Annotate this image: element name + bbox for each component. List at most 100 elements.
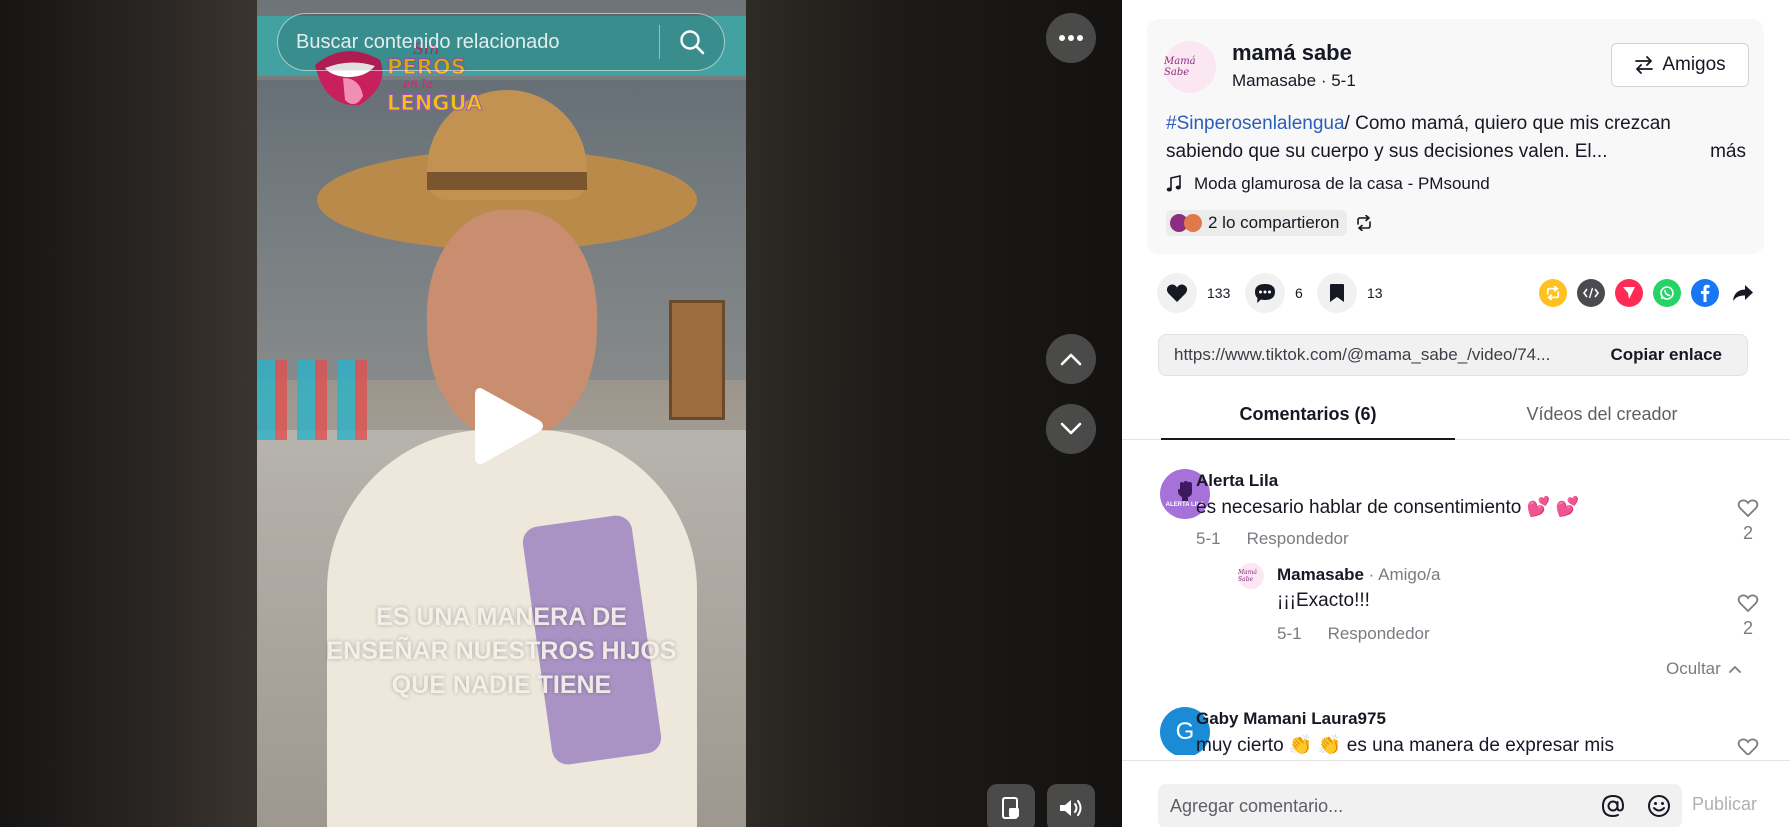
previous-video-button[interactable]	[1046, 334, 1096, 384]
comment-composer: Agregar comentario... Publicar	[1122, 760, 1790, 827]
sharer-avatar	[1184, 214, 1202, 232]
comment-text: muy cierto 👏 👏 es una manera de expresar…	[1196, 735, 1614, 755]
comment-placeholder[interactable]: Agregar comentario...	[1158, 796, 1590, 817]
repost-icon[interactable]	[1355, 215, 1373, 231]
more-link[interactable]: más	[1710, 138, 1746, 166]
send-to-friends-icon[interactable]	[1615, 279, 1643, 307]
volume-button[interactable]	[1047, 784, 1095, 827]
search-icon[interactable]	[660, 13, 724, 71]
shared-pill[interactable]: 2 lo compartieron	[1166, 210, 1348, 236]
active-tab-indicator	[1161, 438, 1455, 440]
facebook-icon[interactable]	[1691, 279, 1719, 307]
comment-bubble-icon	[1255, 283, 1275, 303]
comment-input[interactable]: Agregar comentario...	[1158, 784, 1682, 827]
hashtag-link[interactable]: #Sinperosenlalengua	[1166, 113, 1345, 134]
video-area: Sin PEROS en la LENGUA ES UNA MANERA DE …	[0, 0, 1122, 827]
heart-outline-icon[interactable]	[1737, 593, 1759, 613]
copy-link-button[interactable]: Copiar enlace	[1586, 345, 1748, 365]
publish-button[interactable]: Publicar	[1692, 794, 1757, 815]
reply-date: 5-1	[1277, 624, 1302, 643]
video-details-panel: Mamá Sabe mamá sabe Mamasabe · 5-1 Amigo…	[1122, 0, 1790, 827]
like-action[interactable]: 133	[1157, 273, 1230, 313]
music-title: Moda glamurosa de la casa - PMsound	[1194, 174, 1490, 193]
related-search-box[interactable]: Buscar contenido relacionado	[277, 13, 725, 71]
music-link[interactable]: Moda glamurosa de la casa - PMsound	[1166, 174, 1490, 194]
caption-line: ENSEÑAR NUESTROS HIJOS	[326, 637, 677, 665]
author-avatar[interactable]: Mamá Sabe	[1164, 41, 1216, 93]
chevron-down-icon	[1060, 422, 1082, 435]
comment-like-count: 2	[1742, 523, 1753, 543]
avatar-text: Mamá Sabe	[1238, 569, 1257, 583]
comment-button[interactable]	[1245, 273, 1285, 313]
hide-label: Ocultar	[1666, 659, 1721, 678]
avatar-text: Mamá Sabe	[1164, 56, 1196, 78]
friends-label: Amigos	[1662, 54, 1726, 75]
video-url[interactable]: https://www.tiktok.com/@mama_sabe_/video…	[1159, 345, 1586, 365]
whatsapp-icon[interactable]	[1653, 279, 1681, 307]
reply-button[interactable]: Respondedor	[1328, 624, 1430, 644]
blurred-background-left	[0, 0, 257, 827]
embed-code-icon[interactable]	[1577, 279, 1605, 307]
emoji-icon[interactable]	[1636, 784, 1682, 827]
reply-like-count: 2	[1742, 618, 1753, 638]
author-meta: Mamasabe · 5-1	[1232, 71, 1356, 90]
raised-fist-icon	[1178, 480, 1192, 501]
author-name[interactable]: mamá sabe	[1232, 40, 1352, 66]
panel-tabs: Comentarios (6) Vídeos del creador	[1122, 392, 1790, 440]
like-button[interactable]	[1157, 273, 1197, 313]
caption-line: QUE NADIE TIENE	[391, 671, 612, 699]
mention-icon[interactable]	[1590, 784, 1636, 827]
reply-author[interactable]: Mamasabe · Amigo/a	[1277, 565, 1440, 585]
svg-text:en la: en la	[403, 77, 433, 91]
reply-meta: 5-1 Respondedor	[1277, 624, 1430, 644]
engagement-bar: 133 6 13	[1157, 273, 1757, 315]
video-caption: ES UNA MANERA DE ENSEÑAR NUESTROS HIJOS …	[257, 600, 746, 702]
floating-player-button[interactable]	[987, 784, 1035, 827]
comment-count: 6	[1295, 285, 1303, 301]
heart-outline-icon[interactable]	[1737, 498, 1759, 518]
chevron-up-icon	[1060, 353, 1082, 366]
post-info-card: Mamá Sabe mamá sabe Mamasabe · 5-1 Amigo…	[1147, 19, 1764, 254]
shared-by-row[interactable]: 2 lo compartieron	[1166, 209, 1373, 237]
save-count: 13	[1367, 285, 1383, 301]
tab-comments[interactable]: Comentarios (6)	[1161, 404, 1455, 425]
search-placeholder[interactable]: Buscar contenido relacionado	[278, 31, 659, 54]
caption-line: ES UNA MANERA DE	[376, 603, 627, 631]
heart-outline-icon[interactable]	[1737, 737, 1759, 755]
next-video-button[interactable]	[1046, 404, 1096, 454]
floating-player-icon	[1002, 797, 1019, 819]
reply-like[interactable]: 2	[1734, 593, 1762, 639]
more-dots-icon	[1059, 35, 1083, 41]
heart-icon	[1166, 284, 1188, 302]
tab-creator-videos[interactable]: Vídeos del creador	[1455, 404, 1749, 425]
comment-like[interactable]: 2	[1734, 498, 1762, 544]
comment-like[interactable]	[1734, 737, 1762, 755]
copy-link-box: https://www.tiktok.com/@mama_sabe_/video…	[1158, 334, 1748, 376]
reply-author-name: Mamasabe	[1277, 565, 1364, 584]
play-icon[interactable]	[474, 386, 544, 466]
comment-author[interactable]: Gaby Mamani Laura975	[1196, 709, 1386, 729]
music-note-icon	[1166, 175, 1181, 192]
save-button[interactable]	[1317, 273, 1357, 313]
friends-button[interactable]: Amigos	[1611, 43, 1749, 87]
bookmark-icon	[1330, 284, 1344, 302]
comment-meta: 5-1 Respondedor	[1196, 529, 1349, 549]
more-options-button[interactable]	[1046, 13, 1096, 63]
repost-share-icon[interactable]	[1539, 279, 1567, 307]
like-count: 133	[1207, 285, 1231, 301]
comment-author[interactable]: Alerta Lila	[1196, 471, 1278, 491]
save-action[interactable]: 13	[1317, 273, 1383, 313]
hide-replies-button[interactable]: Ocultar	[1666, 659, 1741, 679]
shared-count-text: 2 lo compartieron	[1208, 213, 1340, 232]
comment-list: ALERTA LILA Alerta Lila es necesario hab…	[1122, 441, 1790, 755]
friend-badge: · Amigo/a	[1363, 565, 1441, 584]
comment-text: es necesario hablar de consentimiento 💕 …	[1196, 497, 1580, 518]
svg-text:LENGUA: LENGUA	[387, 91, 483, 115]
reply-text: ¡¡¡Exacto!!!	[1277, 590, 1370, 611]
reply-button[interactable]: Respondedor	[1247, 529, 1349, 549]
reply-avatar[interactable]: Mamá Sabe	[1238, 563, 1264, 589]
comment-action[interactable]: 6	[1245, 273, 1303, 313]
share-options	[1539, 279, 1757, 307]
share-arrow-icon[interactable]	[1729, 279, 1757, 307]
comment-date: 5-1	[1196, 529, 1221, 548]
